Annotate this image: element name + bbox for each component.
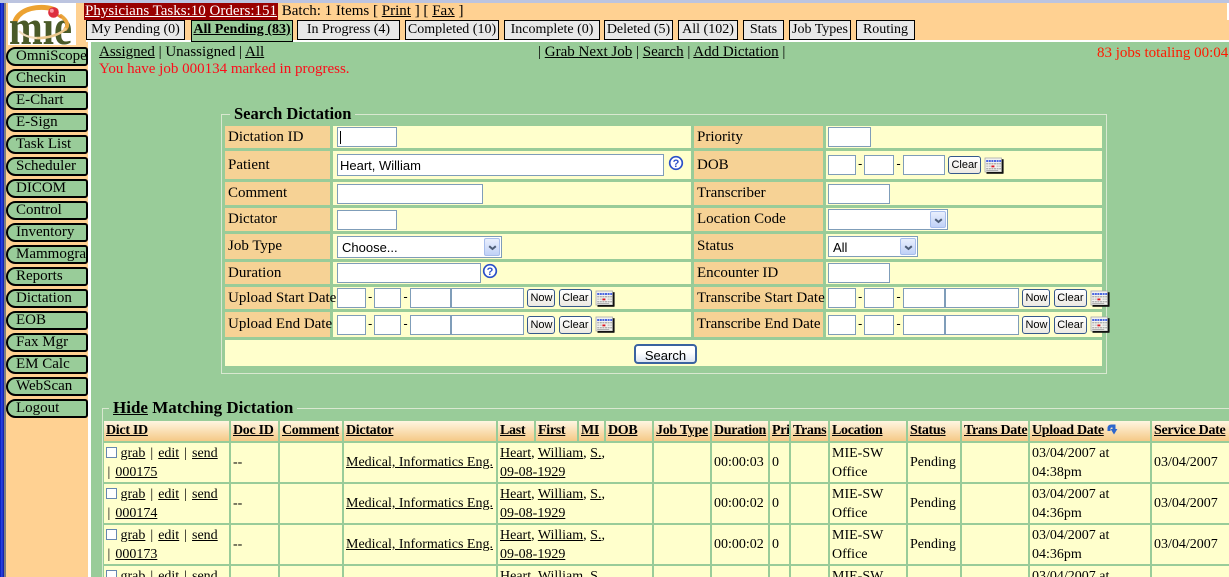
svg-text:?: ? bbox=[487, 266, 494, 278]
svg-text:?: ? bbox=[672, 158, 679, 170]
